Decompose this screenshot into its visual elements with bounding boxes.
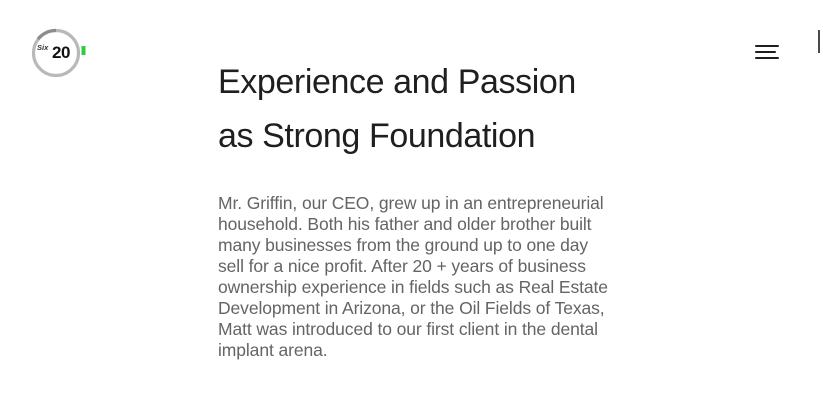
scrollbar-thumb[interactable] [818,30,820,53]
hamburger-icon-line [755,51,776,53]
headline-line-1: Experience and Passion [218,63,576,101]
section-body-text: Mr. Griffin, our CEO, grew up in an entr… [218,193,608,360]
six20-logo-icon: Six 20 [31,28,86,78]
logo-brand-text: Six [37,43,49,52]
logo[interactable]: Six 20 [30,27,90,79]
hamburger-icon [755,45,779,47]
hamburger-icon-line [755,57,779,59]
menu-button[interactable] [752,42,782,64]
logo-brand-number: 20 [52,43,70,62]
logo-accent-mark [81,46,86,55]
about-section: Experience and Passion as Strong Foundat… [218,55,608,361]
section-headline: Experience and Passion as Strong Foundat… [218,55,608,163]
headline-line-2: as Strong Foundation [218,117,536,155]
